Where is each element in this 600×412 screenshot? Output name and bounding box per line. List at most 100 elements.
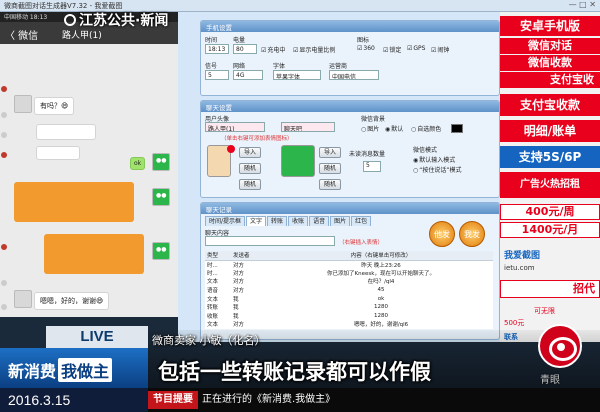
network-select[interactable]: 4G: [233, 70, 263, 80]
cell-type: 转账: [207, 305, 219, 312]
nickname-input[interactable]: 路人甲(1): [205, 122, 265, 132]
show-percent-checkbox[interactable]: 显示电量比例: [293, 45, 335, 54]
send-as-other-button[interactable]: 他发: [429, 221, 455, 247]
ad-support[interactable]: 支持5S/6P: [500, 146, 600, 168]
import-avatar-button[interactable]: 导入: [239, 147, 261, 158]
chat-marker-icon: [1, 304, 7, 310]
generator-app: 手机设置 时间 电量 18:13 80 充电中 显示电量比例 图标 360 锁定…: [178, 12, 500, 342]
ad-alipay-short[interactable]: 支付宝收: [500, 72, 600, 88]
ad-price-week[interactable]: 400元/周: [500, 204, 600, 220]
bg-image-radio[interactable]: 图片: [361, 124, 379, 133]
cell-content: ok: [377, 295, 385, 302]
chat-marker-icon: [1, 244, 7, 250]
cell-sender: 对方: [233, 270, 245, 277]
contact-avatar: [14, 290, 32, 308]
panel-title: 聊天记录: [201, 203, 499, 214]
panel-title: 手机设置: [201, 21, 499, 32]
chat-marker-icon: [1, 280, 7, 286]
wechat-logo-icon[interactable]: [281, 145, 315, 177]
random-avatar-button-b[interactable]: 随机: [319, 163, 341, 174]
ad-rental[interactable]: 广告火热招租: [500, 172, 600, 198]
contact-avatar: [14, 95, 32, 113]
ad-brand[interactable]: 我爱截图: [504, 248, 540, 261]
column-header-sender: 发送者: [231, 251, 269, 261]
back-icon[interactable]: 〈 微信: [5, 27, 38, 42]
icon-360-checkbox[interactable]: 360: [357, 45, 374, 52]
cell-content: 嗯嗯，好的，谢谢/ql6: [353, 322, 409, 329]
bg-default-radio[interactable]: 默认: [385, 124, 403, 133]
emoji-hint: （右键插入表情）: [339, 240, 384, 246]
transfer-card: [14, 182, 134, 222]
cell-type: 收账: [207, 313, 219, 320]
chat-record-panel: 聊天记录 时间/提示框 文字 转账 收账 语音 图片 红包 聊天内容 （右键插入…: [200, 202, 500, 340]
ad-alipay[interactable]: 支付宝收款: [500, 94, 600, 116]
ad-site[interactable]: ietu.com: [504, 264, 535, 272]
ad-agent[interactable]: 招代: [500, 280, 600, 298]
watermark: 青眼: [540, 375, 560, 386]
station-logo-icon: [64, 14, 76, 26]
random-avatar-button[interactable]: 随机: [239, 163, 261, 174]
cell-content: 45: [377, 287, 385, 294]
ad-wechat-chat[interactable]: 微信对话: [500, 38, 600, 54]
tab-receive[interactable]: 收账: [288, 216, 309, 226]
bg-color-swatch[interactable]: [451, 124, 463, 133]
random-button-d[interactable]: 随机: [319, 179, 341, 190]
wechat-avatar-icon: [152, 188, 170, 206]
send-as-me-button[interactable]: 我发: [459, 221, 485, 247]
random-button-c[interactable]: 随机: [239, 179, 261, 190]
battery-input[interactable]: 80: [233, 44, 257, 54]
tab-voice[interactable]: 语音: [309, 216, 330, 226]
import-avatar-button-b[interactable]: 导入: [319, 147, 341, 158]
charging-checkbox[interactable]: 充电中: [261, 45, 285, 54]
tab-image[interactable]: 图片: [330, 216, 351, 226]
cell-content: 1280: [374, 312, 388, 319]
table-row[interactable]: 文本 我 ok: [205, 294, 493, 303]
table-row[interactable]: 收账 我 1280: [205, 312, 493, 321]
message-input[interactable]: [205, 236, 335, 246]
mode-label: 微信模式: [413, 147, 438, 154]
ad-android[interactable]: 安卓手机版: [500, 16, 600, 36]
signal-label: 信号: [205, 63, 218, 70]
tab-text[interactable]: 文字: [246, 216, 267, 226]
nickname-input-b[interactable]: 聊天吧: [281, 122, 335, 132]
ad-wechat-pay[interactable]: 微信收款: [500, 55, 600, 71]
cell-content: 你已添加了Kneesk，现在可以开始聊天了。: [327, 270, 435, 277]
chat-marker-icon: [1, 132, 7, 138]
ad-price-month[interactable]: 1400元/月: [500, 222, 600, 238]
panel-title: 聊天设置: [201, 101, 499, 112]
icon-alarm-checkbox[interactable]: 闹钟: [431, 45, 449, 54]
record-tabs: 时间/提示框 文字 转账 收账 语音 图片 红包: [205, 216, 372, 226]
cell-content: 1280: [374, 304, 388, 311]
icon-lock-checkbox[interactable]: 锁定: [383, 45, 401, 54]
wechat-avatar-icon: [152, 242, 170, 260]
column-header-content: 内容（右键单击可修改）: [269, 251, 493, 261]
tab-time[interactable]: 时间/提示框: [205, 216, 246, 226]
window-controls[interactable]: — □ ✕: [569, 0, 596, 9]
time-input[interactable]: 18:13: [205, 44, 229, 54]
table-row[interactable]: 文本 对方 在吗？/ql4: [205, 277, 493, 286]
tab-red-packet[interactable]: 红包: [351, 216, 372, 226]
mode-voice-radio[interactable]: “按住说话”模式: [413, 165, 461, 174]
ticker-tag: 节目提要: [148, 391, 198, 409]
live-badge: LIVE: [46, 326, 148, 348]
unread-stepper[interactable]: 5: [363, 161, 381, 172]
table-row[interactable]: 语音 对方 45: [205, 286, 493, 295]
signal-select[interactable]: 5: [205, 70, 229, 80]
table-row[interactable]: 时... 对方 你已添加了Kneesk，现在可以开始聊天了。: [205, 269, 493, 278]
tab-transfer[interactable]: 转账: [267, 216, 288, 226]
battery-label: 电量: [233, 37, 246, 44]
record-table: 类型 发送者 内容（右键单击可修改） 时... 对方 昨天 晚上23:26 时...…: [205, 251, 493, 329]
table-row[interactable]: 文本 对方 嗯嗯，好的，谢谢/ql6: [205, 320, 493, 329]
time-label: 时间: [205, 37, 218, 44]
ad-column: 安卓手机版 微信对话 微信收款 支付宝收 支付宝收款 明细/账单 支持5S/6P…: [500, 12, 600, 342]
ad-statement[interactable]: 明细/账单: [500, 120, 600, 142]
icon-gps-checkbox[interactable]: GPS: [407, 45, 425, 52]
transfer-card: [44, 234, 144, 274]
table-row[interactable]: 时... 对方 昨天 晚上23:26: [205, 260, 493, 269]
table-row[interactable]: 转账 我 1280: [205, 303, 493, 312]
font-select[interactable]: 苹果字体: [273, 70, 321, 80]
carrier-input[interactable]: 中国电信: [329, 70, 379, 80]
mode-default-radio[interactable]: 默认输入模式: [413, 155, 455, 164]
bg-color-radio[interactable]: 自选颜色: [411, 124, 441, 133]
station-name: 江苏公共·新闻: [79, 13, 169, 29]
